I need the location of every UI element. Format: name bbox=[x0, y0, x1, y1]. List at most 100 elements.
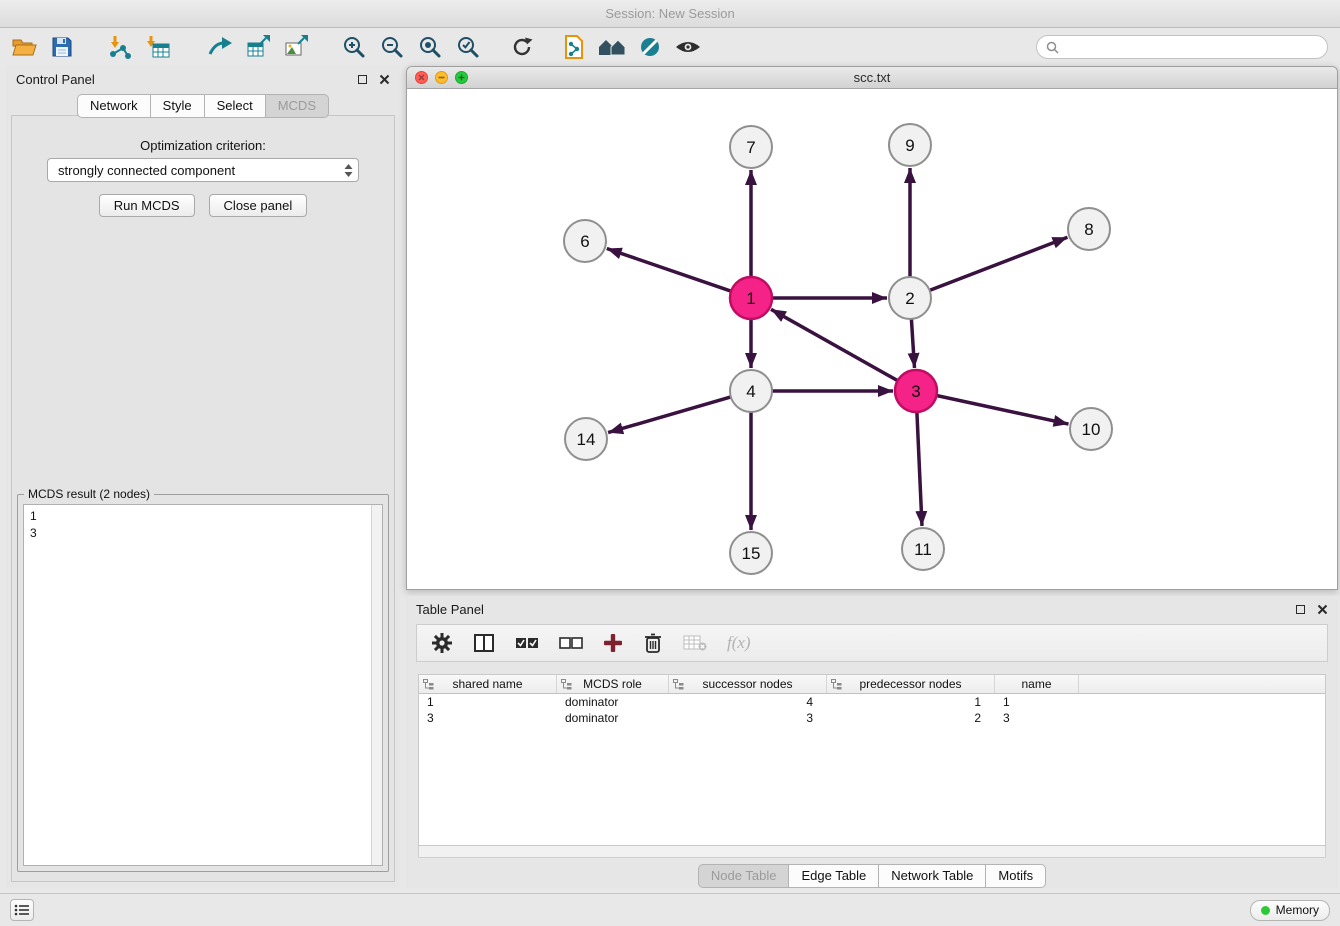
tab-node-table[interactable]: Node Table bbox=[698, 864, 790, 888]
graph-edge-4-14[interactable] bbox=[608, 397, 731, 433]
close-panel-icon[interactable] bbox=[379, 74, 390, 85]
export-network-button[interactable] bbox=[204, 31, 236, 63]
node-table[interactable]: shared name MCDS role successor bbox=[418, 674, 1326, 846]
search-input[interactable] bbox=[1065, 40, 1318, 54]
search-box[interactable] bbox=[1036, 35, 1328, 59]
list-icon bbox=[14, 903, 30, 917]
style-button[interactable] bbox=[634, 31, 666, 63]
minimize-window-button[interactable] bbox=[435, 71, 448, 84]
graph-node-1[interactable]: 1 bbox=[730, 277, 772, 319]
graph-node-4[interactable]: 4 bbox=[730, 370, 772, 412]
delete-row-button[interactable] bbox=[643, 632, 663, 654]
graph-edge-2-3[interactable] bbox=[911, 319, 914, 368]
select-all-button[interactable] bbox=[515, 635, 539, 651]
cell-name[interactable]: 3 bbox=[995, 710, 1079, 726]
import-network-icon bbox=[107, 34, 133, 60]
graph-node-15[interactable]: 15 bbox=[730, 532, 772, 574]
network-canvas[interactable]: 7 9 6 8 1 2 4 3 14 10 15 11 bbox=[407, 89, 1337, 589]
table-tabs: Node Table Edge Table Network Table Moti… bbox=[406, 864, 1338, 888]
run-mcds-button[interactable]: Run MCDS bbox=[99, 194, 195, 217]
result-scrollbar[interactable] bbox=[371, 505, 382, 865]
column-header-shared-name[interactable]: shared name bbox=[419, 675, 557, 693]
checked-boxes-icon bbox=[515, 635, 539, 651]
float-table-panel-icon[interactable] bbox=[1296, 605, 1305, 614]
table-row[interactable]: 3 dominator 3 2 3 bbox=[419, 710, 1325, 726]
graph-node-7[interactable]: 7 bbox=[730, 126, 772, 168]
graph-node-label: 3 bbox=[911, 382, 920, 401]
graph-node-9[interactable]: 9 bbox=[889, 124, 931, 166]
cell-predecessor-nodes[interactable]: 2 bbox=[827, 710, 995, 726]
import-table-button[interactable] bbox=[142, 31, 174, 63]
table-horizontal-scrollbar[interactable] bbox=[418, 846, 1326, 858]
graph-node-3[interactable]: 3 bbox=[895, 370, 937, 412]
table-row[interactable]: 1 dominator 4 1 1 bbox=[419, 694, 1325, 710]
export-table-button[interactable] bbox=[242, 31, 274, 63]
memory-button[interactable]: Memory bbox=[1250, 900, 1330, 921]
graph-edge-1-6[interactable] bbox=[607, 249, 731, 292]
close-table-panel-icon[interactable] bbox=[1317, 604, 1328, 615]
table-panel: Table Panel bbox=[406, 596, 1338, 888]
zoom-fit-button[interactable] bbox=[414, 31, 446, 63]
table-panel-header: Table Panel bbox=[406, 596, 1338, 622]
delete-table-button[interactable] bbox=[683, 634, 707, 652]
dropdown-stepper-icon bbox=[344, 163, 353, 178]
network-window-titlebar[interactable]: scc.txt bbox=[407, 67, 1337, 89]
network-graph[interactable]: 7 9 6 8 1 2 4 3 14 10 15 11 bbox=[407, 89, 1337, 589]
close-window-button[interactable] bbox=[415, 71, 428, 84]
cell-successor-nodes[interactable]: 3 bbox=[669, 710, 827, 726]
zoom-out-button[interactable] bbox=[376, 31, 408, 63]
tab-style[interactable]: Style bbox=[151, 94, 205, 118]
column-header-name[interactable]: name bbox=[995, 675, 1079, 693]
graph-node-11[interactable]: 11 bbox=[902, 528, 944, 570]
cell-predecessor-nodes[interactable]: 1 bbox=[827, 694, 995, 710]
open-session-button[interactable] bbox=[8, 31, 40, 63]
show-hide-button[interactable] bbox=[672, 31, 704, 63]
hierarchy-icon bbox=[673, 679, 684, 690]
zoom-in-button[interactable] bbox=[338, 31, 370, 63]
zoom-out-icon bbox=[380, 35, 404, 59]
cell-name[interactable]: 1 bbox=[995, 694, 1079, 710]
zoom-selected-button[interactable] bbox=[452, 31, 484, 63]
table-settings-button[interactable] bbox=[431, 632, 453, 654]
tab-edge-table[interactable]: Edge Table bbox=[789, 864, 879, 888]
graph-node-10[interactable]: 10 bbox=[1070, 408, 1112, 450]
import-network-button[interactable] bbox=[104, 31, 136, 63]
float-panel-icon[interactable] bbox=[358, 75, 367, 84]
graph-node-label: 15 bbox=[742, 544, 761, 563]
export-image-button[interactable] bbox=[280, 31, 312, 63]
graph-edge-3-11[interactable] bbox=[917, 412, 922, 526]
cell-shared-name[interactable]: 3 bbox=[419, 710, 557, 726]
tab-motifs[interactable]: Motifs bbox=[986, 864, 1046, 888]
graph-node-14[interactable]: 14 bbox=[565, 418, 607, 460]
cell-shared-name[interactable]: 1 bbox=[419, 694, 557, 710]
graph-edge-3-1[interactable] bbox=[771, 309, 898, 380]
tab-network-table[interactable]: Network Table bbox=[879, 864, 986, 888]
function-builder-button[interactable]: f(x) bbox=[727, 633, 751, 653]
tab-select[interactable]: Select bbox=[205, 94, 266, 118]
add-row-button[interactable] bbox=[603, 633, 623, 653]
column-visibility-button[interactable] bbox=[473, 633, 495, 653]
close-panel-button[interactable]: Close panel bbox=[209, 194, 308, 217]
cell-mcds-role[interactable]: dominator bbox=[557, 694, 669, 710]
refresh-button[interactable] bbox=[506, 31, 538, 63]
column-header-predecessor-nodes[interactable]: predecessor nodes bbox=[827, 675, 995, 693]
graph-edge-2-8[interactable] bbox=[930, 237, 1068, 290]
cell-successor-nodes[interactable]: 4 bbox=[669, 694, 827, 710]
panel-toggle-button[interactable] bbox=[10, 899, 34, 921]
zoom-window-button[interactable] bbox=[455, 71, 468, 84]
graph-edge-3-10[interactable] bbox=[937, 396, 1069, 425]
deselect-all-button[interactable] bbox=[559, 635, 583, 651]
tab-network[interactable]: Network bbox=[77, 94, 151, 118]
network-from-selection-button[interactable] bbox=[558, 31, 590, 63]
first-neighbors-button[interactable] bbox=[596, 31, 628, 63]
column-header-mcds-role[interactable]: MCDS role bbox=[557, 675, 669, 693]
tab-mcds[interactable]: MCDS bbox=[266, 94, 329, 118]
cell-mcds-role[interactable]: dominator bbox=[557, 710, 669, 726]
graph-node-2[interactable]: 2 bbox=[889, 277, 931, 319]
graph-node-6[interactable]: 6 bbox=[564, 220, 606, 262]
graph-node-8[interactable]: 8 bbox=[1068, 208, 1110, 250]
save-session-button[interactable] bbox=[46, 31, 78, 63]
column-header-successor-nodes[interactable]: successor nodes bbox=[669, 675, 827, 693]
optimization-criterion-select[interactable]: strongly connected component bbox=[47, 158, 359, 182]
mcds-result-list[interactable]: 1 3 bbox=[23, 504, 383, 866]
